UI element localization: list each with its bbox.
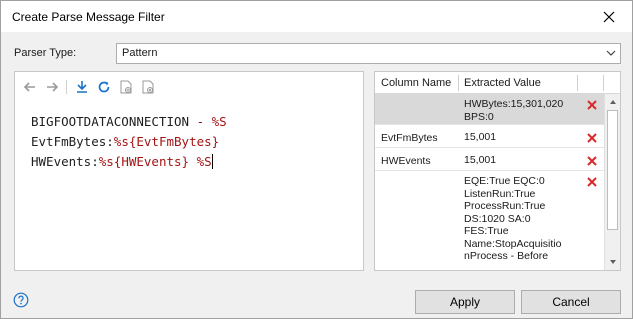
column-name-cell: EvtFmBytes — [381, 132, 438, 144]
parser-type-value: Pattern — [122, 47, 158, 59]
delete-row-icon[interactable] — [586, 132, 598, 144]
grid-header: Column Name Extracted Value — [375, 72, 620, 94]
remove-file-button[interactable] — [137, 76, 159, 98]
undo-button[interactable] — [19, 76, 41, 98]
parser-type-label: Parser Type: — [14, 47, 77, 59]
cancel-button[interactable]: Cancel — [521, 290, 621, 314]
code-token: EvtFmBytes: — [31, 134, 114, 149]
scroll-up-icon[interactable] — [608, 97, 618, 107]
scrollbar-thumb[interactable] — [607, 110, 618, 230]
close-button[interactable] — [598, 8, 620, 26]
refresh-icon — [98, 81, 110, 93]
pattern-editor-panel: BIGFOOTDATACONNECTION - %S EvtFmBytes:%s{… — [14, 71, 364, 271]
refresh-button[interactable] — [93, 76, 115, 98]
column-header-name[interactable]: Column Name — [381, 77, 451, 89]
extracted-values-grid: Column Name Extracted Value HWBytes:15,3… — [374, 71, 621, 271]
add-file-button[interactable] — [115, 76, 137, 98]
code-token: BIGFOOTDATACONNECTION — [31, 114, 197, 129]
dialog-window: Create Parse Message Filter Parser Type:… — [0, 0, 633, 319]
table-row[interactable]: EvtFmBytes 15,001 — [375, 125, 604, 148]
window-title: Create Parse Message Filter — [12, 10, 165, 24]
parser-type-dropdown[interactable]: Pattern — [116, 43, 621, 64]
code-token: {EvtFmBytes} — [128, 134, 220, 149]
scroll-down-icon[interactable] — [608, 257, 618, 267]
delete-row-icon[interactable] — [586, 155, 598, 167]
add-file-icon — [120, 80, 132, 94]
toolbar-separator — [63, 78, 71, 96]
table-row[interactable]: EQE:True EQC:0 ListenRun:True ProcessRun… — [375, 171, 604, 270]
pattern-editor[interactable]: BIGFOOTDATACONNECTION - %S EvtFmBytes:%s{… — [31, 112, 227, 172]
grid-scrollbar[interactable] — [604, 94, 620, 270]
chevron-down-icon — [606, 50, 616, 56]
code-token: %s — [113, 134, 129, 149]
column-name-cell: HWEvents — [381, 155, 431, 167]
code-token: %s — [98, 154, 114, 169]
redo-button[interactable] — [41, 76, 63, 98]
extracted-value-cell: EQE:True EQC:0 ListenRun:True ProcessRun… — [464, 175, 562, 262]
extracted-value-cell: 15,001 — [464, 154, 497, 166]
extracted-value-cell: 15,001 — [464, 131, 497, 143]
code-token: - — [196, 114, 205, 129]
apply-button[interactable]: Apply — [415, 290, 515, 314]
extracted-value-cell: HWBytes:15,301,020 BPS:0 — [464, 98, 564, 123]
column-divider[interactable] — [577, 75, 578, 91]
delete-row-icon[interactable] — [586, 176, 598, 188]
close-icon — [603, 11, 615, 23]
code-line: EvtFmBytes:%s{EvtFmBytes} — [31, 132, 227, 152]
undo-icon — [23, 82, 35, 92]
title-bar: Create Parse Message Filter — [1, 1, 632, 32]
code-line: HWEvents:%s{HWEvents} %S — [31, 152, 227, 172]
code-token: %S — [196, 154, 212, 169]
code-token: %S — [204, 114, 227, 129]
help-icon[interactable] — [13, 292, 29, 308]
editor-toolbar — [19, 76, 159, 98]
table-row[interactable]: HWEvents 15,001 — [375, 148, 604, 171]
code-token: {HWEvents} — [113, 154, 197, 169]
redo-icon — [47, 82, 59, 92]
download-icon — [77, 81, 87, 93]
table-row[interactable]: HWBytes:15,301,020 BPS:0 — [375, 94, 604, 125]
download-button[interactable] — [71, 76, 93, 98]
delete-row-icon[interactable] — [586, 99, 598, 111]
column-header-value[interactable]: Extracted Value — [464, 77, 541, 89]
column-divider[interactable] — [458, 75, 459, 91]
code-line: BIGFOOTDATACONNECTION - %S — [31, 112, 227, 132]
text-caret — [211, 154, 213, 169]
column-divider[interactable] — [603, 75, 604, 91]
code-token: HWEvents: — [31, 154, 99, 169]
remove-file-icon — [142, 80, 154, 94]
